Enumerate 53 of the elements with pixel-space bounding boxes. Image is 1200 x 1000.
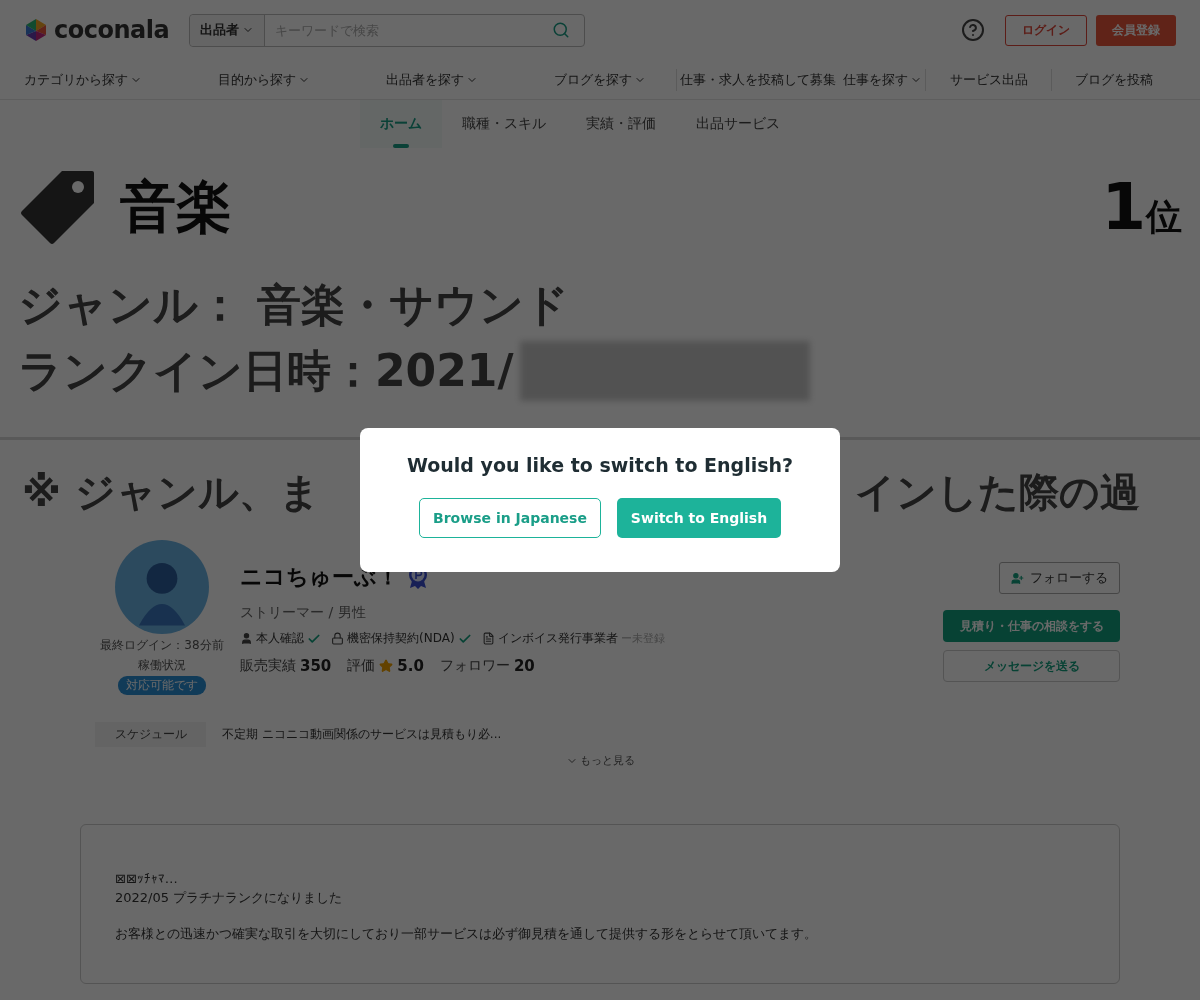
message-button[interactable]: メッセージを送る <box>943 650 1120 682</box>
bio-text: ⊠⊠ｯﾁｬﾏ… <box>115 870 179 888</box>
stat-label: 評価 <box>347 657 376 675</box>
rank-date-text: ランクイン日時：2021/ <box>18 344 514 398</box>
availability-badge: 対応可能です <box>118 676 206 695</box>
verification-label: インボイス発行事業者 <box>497 630 618 647</box>
login-button[interactable]: ログイン <box>1005 14 1087 46</box>
seller-subtitle: ストリーマー / 男性 <box>240 604 367 622</box>
status-label: 稼働状況 <box>138 657 186 674</box>
user-plus-icon <box>1011 571 1024 585</box>
schedule-label: スケジュール <box>95 722 206 747</box>
category-title: 音楽 <box>120 173 232 241</box>
stat-value: 350 <box>300 657 332 675</box>
rank-label: 1位 <box>1101 174 1182 242</box>
switch-english-button[interactable]: Switch to English <box>617 498 781 538</box>
tab[interactable]: 職種・スキル <box>442 100 566 148</box>
nav-link[interactable]: 出品者を探す <box>385 70 478 89</box>
genre-text: ジャンル： 音楽・サウンド <box>18 278 570 332</box>
schedule-text: 不定期 ニコニコ動画関係のサービスは見積もり必... <box>222 726 502 743</box>
help-icon[interactable] <box>961 18 985 42</box>
note-text: ※ ジャンル、ま <box>22 467 320 517</box>
logo[interactable]: coconala <box>54 16 170 44</box>
stat-value: 20 <box>513 657 535 675</box>
nav-link[interactable]: カテゴリから探す <box>24 70 142 89</box>
nav-link[interactable]: 仕事を探す <box>842 70 922 89</box>
logo-icon <box>24 18 48 42</box>
nav-link[interactable]: ブログを投稿 <box>1074 70 1153 89</box>
register-button[interactable]: 会員登録 <box>1096 14 1176 46</box>
nav-link[interactable]: ブログを探す <box>553 70 646 89</box>
tab[interactable]: ホーム <box>360 100 442 148</box>
lock-icon <box>331 632 344 645</box>
tag-icon <box>18 169 96 247</box>
nav-link[interactable]: 目的から探す <box>217 70 310 89</box>
browse-japanese-button[interactable]: Browse in Japanese <box>419 498 601 538</box>
stat-label: 販売実績 <box>240 657 296 675</box>
search-icon[interactable] <box>552 21 571 39</box>
verification-label: 本人確認 <box>256 630 304 647</box>
modal-overlay[interactable] <box>0 0 1200 1000</box>
consult-button[interactable]: 見積り・仕事の相談をする <box>943 610 1120 642</box>
nav-link[interactable]: 仕事・求人を投稿して募集 <box>680 70 837 89</box>
bio-text: 2022/05 プラチナランクになりました <box>115 889 344 907</box>
follow-button[interactable]: フォローする <box>999 562 1120 594</box>
verification-label: 機密保持契約(NDA) <box>347 630 455 647</box>
note-text: インした際の過 <box>855 467 1140 517</box>
dialog-title: Would you like to switch to English? <box>406 454 794 476</box>
nav-link[interactable]: サービス出品 <box>949 70 1028 89</box>
stat-label: フォロワー <box>439 657 510 675</box>
stat-value: 5.0 <box>397 657 424 675</box>
document-icon <box>481 632 495 645</box>
tab[interactable]: 実績・評価 <box>566 100 676 148</box>
tab[interactable]: 出品サービス <box>676 100 800 148</box>
search-scope-dropdown[interactable]: 出品者 <box>190 14 266 46</box>
person-icon <box>240 632 253 645</box>
